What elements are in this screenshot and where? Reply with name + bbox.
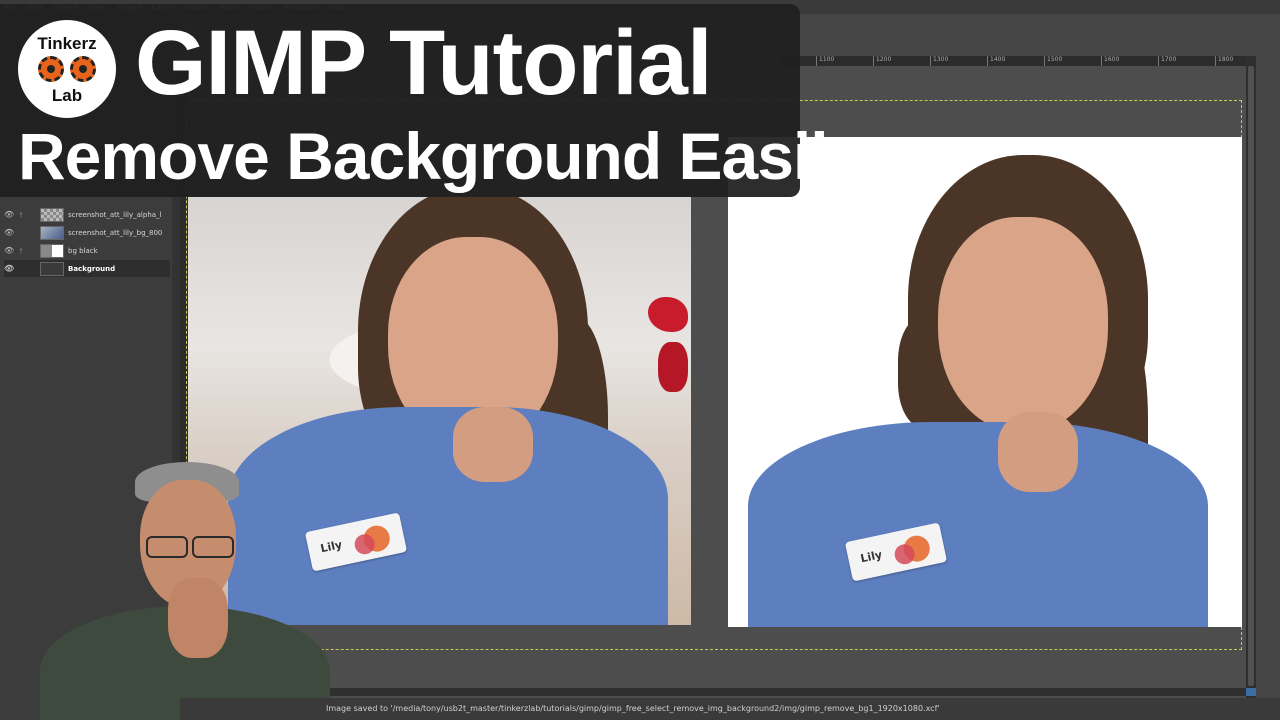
video-subtitle: Remove Background Easily (18, 119, 864, 193)
ruler-tick: 1400 (987, 56, 1005, 66)
horizontal-ruler[interactable]: 1100 1200 1300 1400 1500 1600 1700 1800 (780, 56, 1246, 66)
logo-text-top: Tinkerz (37, 34, 97, 53)
layer-row[interactable]: 👁 † screenshot_att_lily_alpha_l (4, 206, 170, 223)
layer-name: Background (68, 264, 116, 273)
ruler-tick: 1300 (930, 56, 948, 66)
layer-name: screenshot_att_lily_alpha_l (68, 210, 162, 219)
presenter-hand (168, 578, 228, 658)
eye-icon[interactable]: 👁 (4, 264, 14, 273)
eye-icon[interactable]: 👁 (4, 228, 14, 237)
chain-icon[interactable]: † (14, 247, 28, 255)
layer-name: bg black (68, 246, 98, 255)
layer-row[interactable]: 👁 † bg black (4, 242, 170, 259)
status-message: Image saved to '/media/tony/usb2t_master… (326, 704, 940, 713)
background-removed-layer: Lily (728, 137, 1242, 627)
logo-text-bottom: Lab (51, 86, 83, 105)
ruler-tick: 1800 (1215, 56, 1233, 66)
glasses-icon (146, 536, 188, 558)
gear-icon (70, 56, 96, 82)
glasses-icon (192, 536, 234, 558)
eye-icon[interactable]: 👁 (4, 210, 14, 219)
shirt (748, 422, 1208, 627)
person-figure: Lily (748, 137, 1218, 627)
status-bar: Image saved to '/media/tony/usb2t_master… (180, 698, 1280, 720)
layer-row[interactable]: 👁 Background (4, 260, 170, 277)
ruler-tick: 1700 (1158, 56, 1176, 66)
hand (453, 407, 533, 482)
ruler-tick: 1200 (873, 56, 891, 66)
gear-icon (38, 56, 64, 82)
layer-thumbnail (40, 261, 64, 276)
navigate-button[interactable] (1246, 688, 1256, 696)
layer-name: screenshot_att_lily_bg_800 (68, 228, 163, 237)
ruler-tick: 1500 (1044, 56, 1062, 66)
video-title: GIMP Tutorial (135, 12, 713, 114)
tinkerz-lab-logo: Tinkerz Lab (16, 18, 118, 120)
face (938, 217, 1108, 432)
layer-row[interactable]: 👁 screenshot_att_lily_bg_800 (4, 224, 170, 241)
presenter-webcam (0, 458, 330, 720)
horizontal-scrollbar[interactable] (180, 688, 1246, 696)
title-banner: Tinkerz Lab GIMP Tutorial Remove Backgro… (0, 4, 864, 197)
layer-thumbnail (40, 243, 64, 258)
ruler-tick: 1600 (1101, 56, 1119, 66)
name-badge-text: Lily (859, 548, 884, 566)
layer-thumbnail (40, 225, 64, 240)
layer-thumbnail (40, 207, 64, 222)
vertical-scrollbar-thumb[interactable] (1248, 66, 1254, 686)
eye-icon[interactable]: 👁 (4, 246, 14, 255)
hand (998, 412, 1078, 492)
ruler-tick: 1100 (816, 56, 834, 66)
chain-icon[interactable]: † (14, 211, 28, 219)
